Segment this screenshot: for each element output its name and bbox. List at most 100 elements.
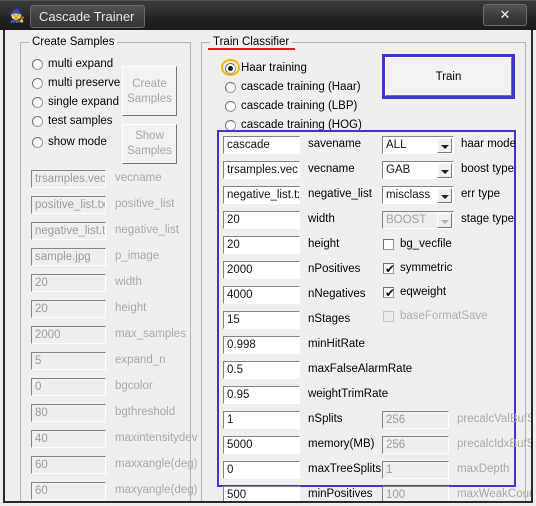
field-positive-list[interactable]: positive_list.txt <box>31 196 106 214</box>
field-train-width[interactable]: 20 <box>223 211 300 229</box>
combo-haar-mode[interactable]: ALL <box>382 136 454 154</box>
chevron-down-icon[interactable] <box>437 188 452 203</box>
field-p-image[interactable]: sample.jpg <box>31 248 106 266</box>
label-maxtreesplits: maxTreeSplits <box>308 463 382 475</box>
radio-show-mode-label: show mode <box>48 136 107 148</box>
radio-single-expand-label: single expand <box>48 96 119 108</box>
radio-cascade-lbp-control[interactable] <box>225 101 236 112</box>
radio-cascade-hog-label: cascade training (HOG) <box>241 119 362 131</box>
label-maxdepth: maxDepth <box>457 463 510 475</box>
label-train-vecname: vecname <box>308 163 355 175</box>
field-weighttrimrate[interactable]: 0.95 <box>223 386 300 404</box>
field-width[interactable]: 20 <box>31 274 106 292</box>
app-icon: 🧙 <box>9 8 26 23</box>
label-stage-type: stage type <box>461 213 515 225</box>
field-train-vecname[interactable]: trsamples.vec <box>223 161 300 179</box>
label-bgthreshold: bgthreshold <box>115 406 176 418</box>
field-minhitrate[interactable]: 0.998 <box>223 336 300 354</box>
field-expand-n[interactable]: 5 <box>31 352 106 370</box>
label-p-image: p_image <box>115 250 160 262</box>
radio-haar-training-control[interactable] <box>225 63 236 74</box>
field-precalcidxbufsize[interactable]: 256 <box>382 436 449 454</box>
checkbox-bg-vecfile-control[interactable] <box>383 239 394 250</box>
combo-haar-mode-value: ALL <box>386 139 407 151</box>
label-vecname: vecname <box>115 172 162 184</box>
radio-test-samples-control[interactable] <box>32 116 43 127</box>
field-maxintensitydev[interactable]: 40 <box>31 430 106 448</box>
window-title: Cascade Trainer <box>30 5 146 28</box>
label-maxxangle: maxxangle(deg) <box>115 458 198 470</box>
train-classifier-underline-annotation <box>208 48 295 50</box>
show-samples-button-line1: Show <box>135 130 164 142</box>
label-maxintensitydev: maxintensitydev <box>115 432 198 444</box>
field-height[interactable]: 20 <box>31 300 106 318</box>
combo-stage-type-value: BOOST <box>386 214 427 226</box>
show-samples-button-line2: Samples <box>127 145 172 157</box>
combo-boost-type[interactable]: GAB <box>382 161 454 179</box>
combo-boost-type-value: GAB <box>386 164 411 176</box>
field-maxweakcount[interactable]: 100 <box>382 486 449 501</box>
field-nnegatives[interactable]: 4000 <box>223 286 300 304</box>
chevron-down-icon[interactable] <box>437 163 452 178</box>
field-maxfalsealarmrate[interactable]: 0.5 <box>223 361 300 379</box>
checkbox-baseformatsave-label: baseFormatSave <box>400 310 488 322</box>
label-positive-list: positive_list <box>115 198 175 210</box>
field-bgthreshold[interactable]: 80 <box>31 404 106 422</box>
label-expand-n: expand_n <box>115 354 166 366</box>
label-savename: savename <box>308 138 362 150</box>
label-minpositives: minPositives <box>308 488 373 500</box>
label-maxweakcount: maxWeakCount <box>457 488 533 500</box>
radio-cascade-hog-control[interactable] <box>225 120 236 131</box>
checkbox-eqweight-label: eqweight <box>400 286 447 298</box>
field-max-samples[interactable]: 2000 <box>31 326 106 344</box>
field-negative-list[interactable]: negative_list.txt <box>31 222 106 240</box>
radio-show-mode-control[interactable] <box>32 137 43 148</box>
radio-haar-training-label: Haar training <box>241 62 307 74</box>
title-bar: 🧙 Cascade Trainer ✕ <box>0 0 536 30</box>
field-vecname[interactable]: trsamples.vec <box>31 170 106 188</box>
close-button[interactable]: ✕ <box>483 4 527 26</box>
field-maxdepth[interactable]: 1 <box>382 461 449 479</box>
field-nstages[interactable]: 15 <box>223 311 300 329</box>
train-button-label: Train <box>435 71 462 83</box>
combo-stage-type[interactable]: BOOST <box>382 211 454 229</box>
chevron-down-icon[interactable] <box>437 138 452 153</box>
label-maxyangle: maxyangle(deg) <box>115 484 198 496</box>
field-minpositives[interactable]: 500 <box>223 486 300 501</box>
field-train-height[interactable]: 20 <box>223 236 300 254</box>
radio-multi-preserve-control[interactable] <box>32 78 43 89</box>
create-samples-button-line2: Samples <box>127 93 172 105</box>
create-samples-button[interactable]: Create Samples <box>122 66 177 116</box>
train-button[interactable]: Train <box>385 57 512 96</box>
label-precalcidxbufsize: precalcIdxBufSize <box>457 438 531 450</box>
checkbox-bg-vecfile-label: bg_vecfile <box>400 238 452 250</box>
label-bgcolor: bgcolor <box>115 380 153 392</box>
show-samples-button[interactable]: Show Samples <box>122 124 177 164</box>
field-maxxangle[interactable]: 60 <box>31 456 106 474</box>
combo-err-type[interactable]: misclass <box>382 186 454 204</box>
radio-multi-expand-control[interactable] <box>32 59 43 70</box>
field-maxyangle[interactable]: 60 <box>31 482 106 500</box>
field-savename[interactable]: cascade <box>223 136 300 154</box>
field-memory-mb[interactable]: 5000 <box>223 436 300 454</box>
chevron-down-icon[interactable] <box>437 213 452 228</box>
radio-single-expand-control[interactable] <box>32 97 43 108</box>
label-height: height <box>115 302 147 314</box>
checkbox-symmetric-label: symmetric <box>400 262 453 274</box>
label-negative-list: negative_list <box>115 224 179 236</box>
radio-multi-preserve-label: multi preserve <box>48 77 121 89</box>
create-samples-button-line1: Create <box>132 78 167 90</box>
field-npositives[interactable]: 2000 <box>223 261 300 279</box>
field-precalcvalbufsize[interactable]: 256 <box>382 411 449 429</box>
field-maxtreesplits[interactable]: 0 <box>223 461 300 479</box>
label-width: width <box>115 276 142 288</box>
checkbox-symmetric-control[interactable]: ✔ <box>383 263 395 275</box>
field-nsplits[interactable]: 1 <box>223 411 300 429</box>
radio-cascade-haar-control[interactable] <box>225 82 236 93</box>
checkbox-baseformatsave-control[interactable] <box>383 311 394 322</box>
field-bgcolor[interactable]: 0 <box>31 378 106 396</box>
field-train-negative-list[interactable]: negative_list.txt <box>223 186 300 204</box>
cascade-trainer-window: 🧙 Cascade Trainer ✕ Create Samples multi… <box>0 0 536 506</box>
label-npositives: nPositives <box>308 263 361 275</box>
checkbox-eqweight-control[interactable]: ✔ <box>383 287 395 299</box>
